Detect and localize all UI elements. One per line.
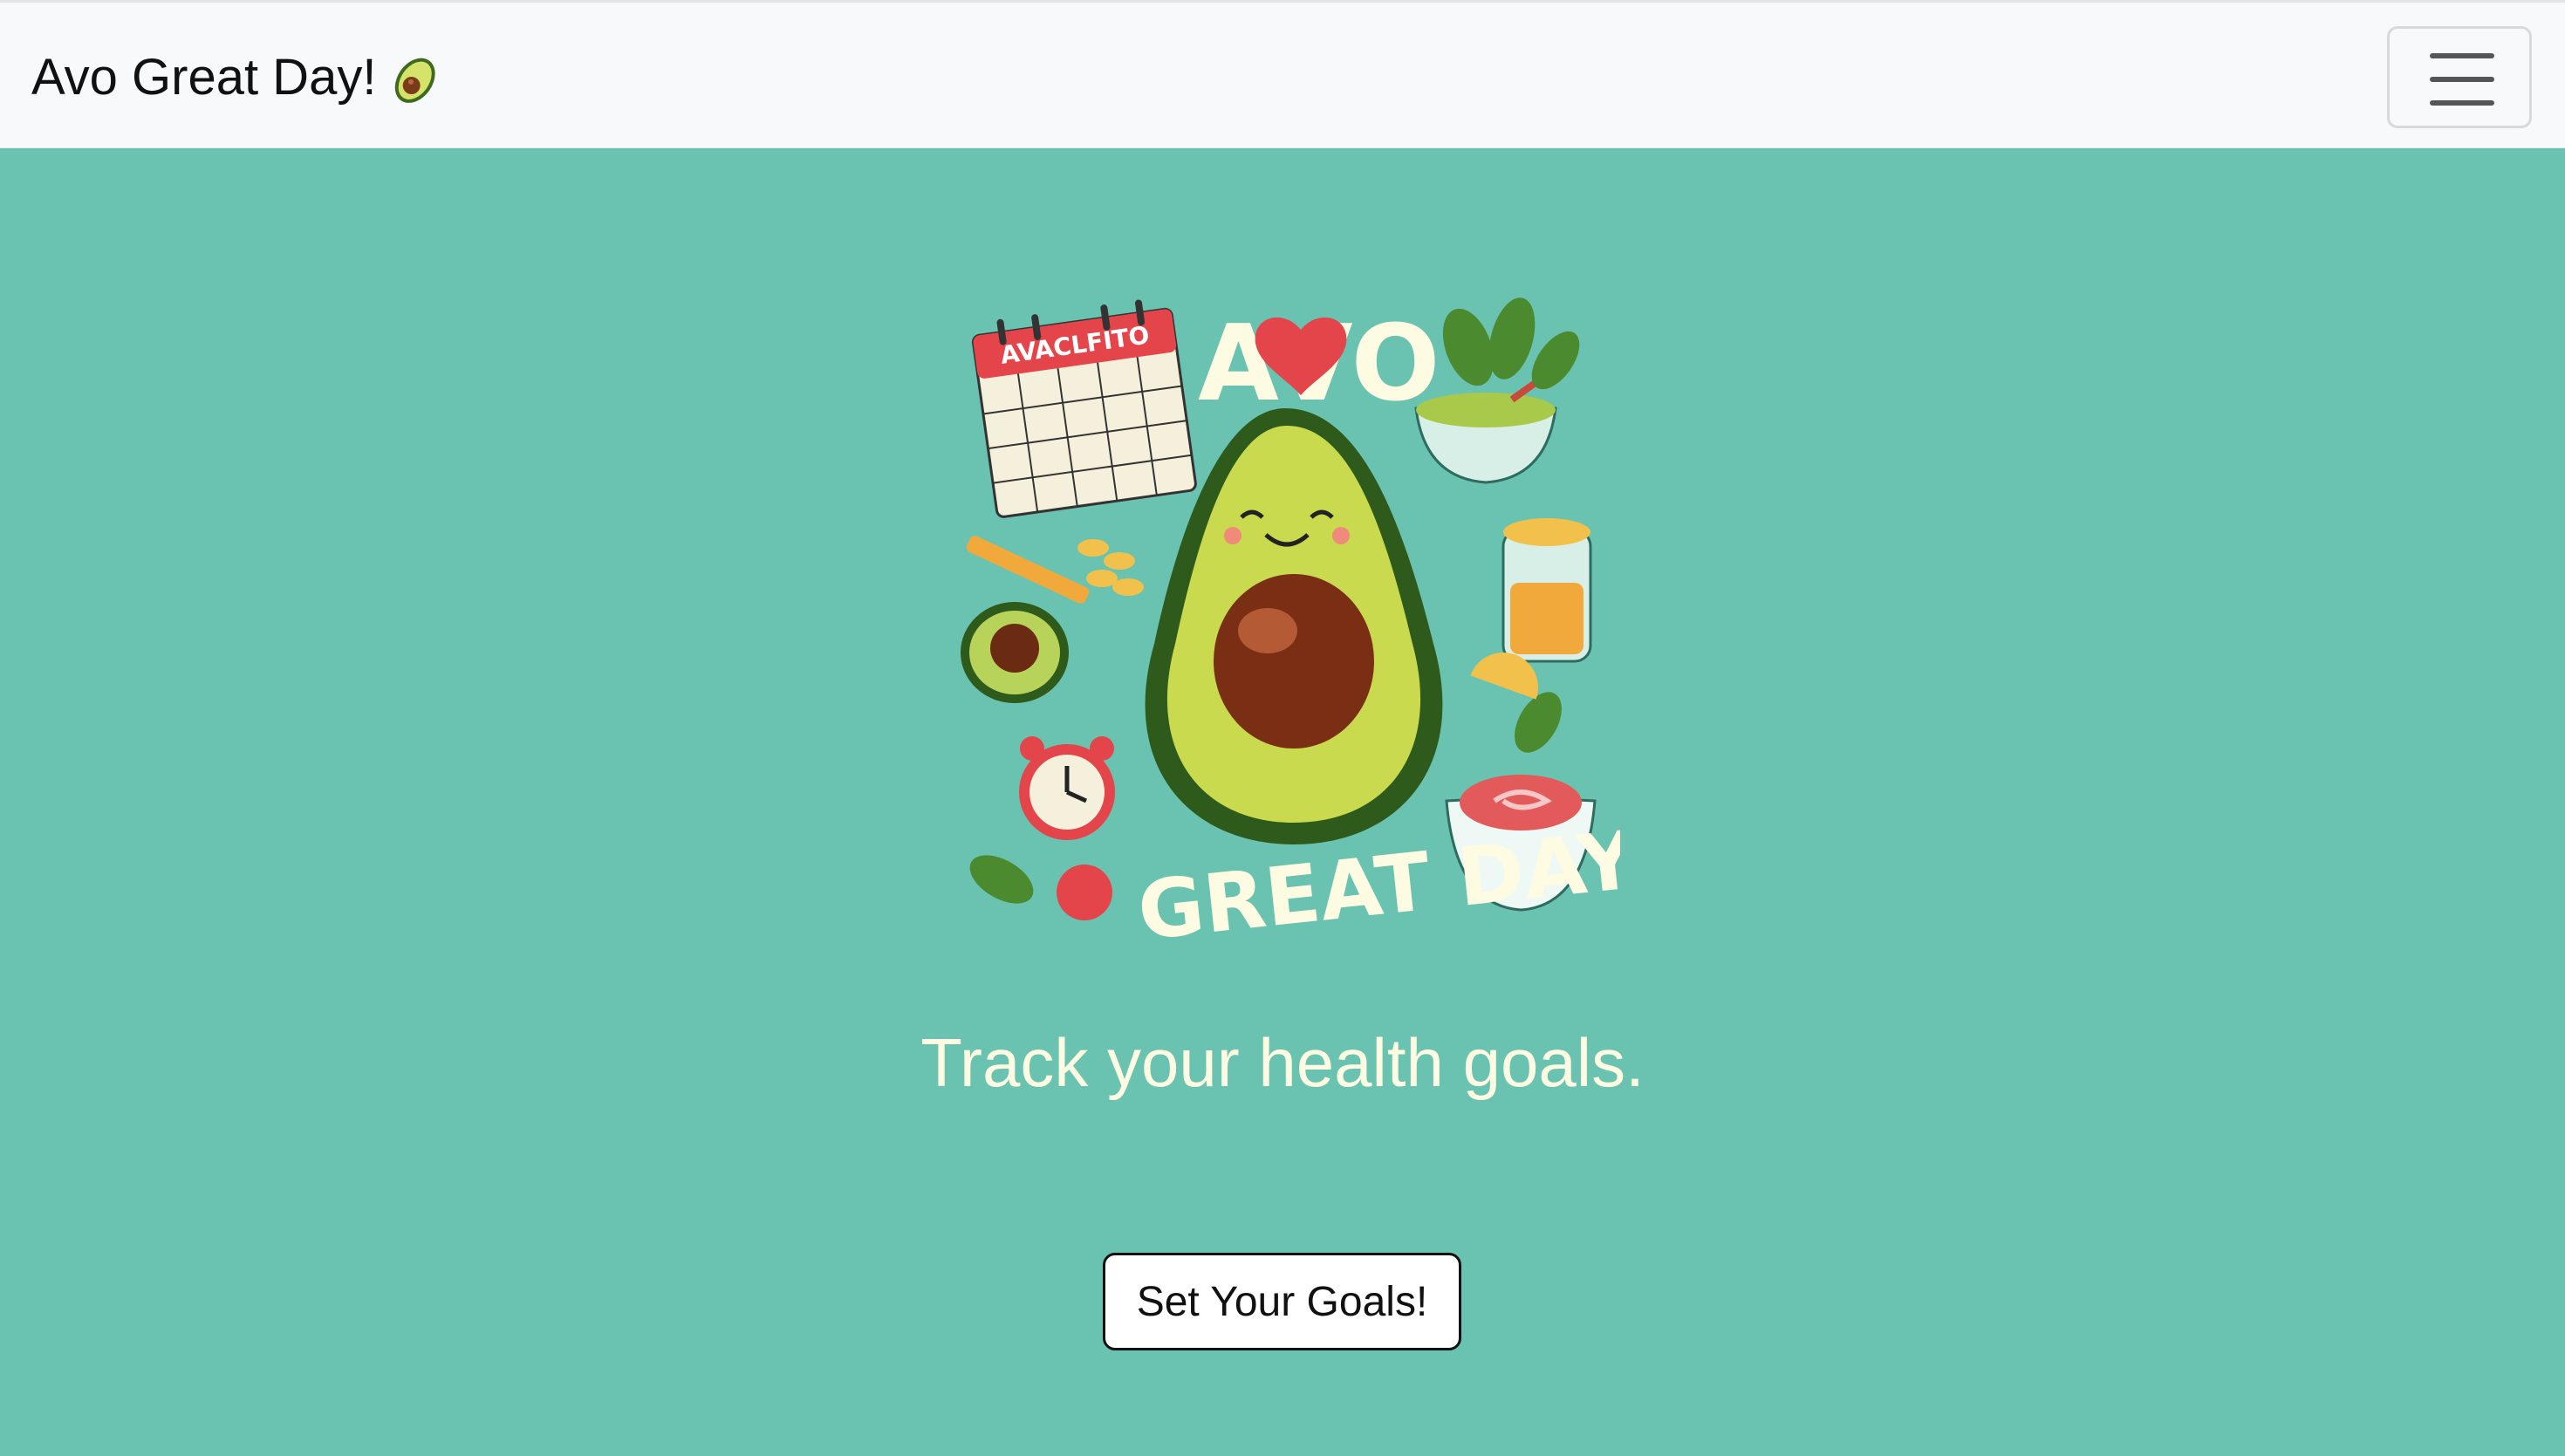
clock-icon <box>1019 736 1115 840</box>
hero-avocado-illustration: AVACLFITO AVO <box>945 277 1620 958</box>
brand-link[interactable]: Avo Great Day! <box>31 43 446 113</box>
brand-title: Avo Great Day! <box>31 49 377 106</box>
calendar-icon: AVACLFITO <box>971 299 1197 518</box>
navbar: Avo Great Day! <box>0 0 2565 148</box>
juice-glass-icon <box>1501 518 1592 663</box>
set-goals-button[interactable]: Set Your Goals! <box>1103 1253 1461 1350</box>
avocado-icon <box>395 58 436 103</box>
tagline-heading: Track your health goals. <box>920 1024 1645 1101</box>
avocado-half <box>961 602 1069 703</box>
navbar-toggler-button[interactable] <box>2387 26 2532 128</box>
